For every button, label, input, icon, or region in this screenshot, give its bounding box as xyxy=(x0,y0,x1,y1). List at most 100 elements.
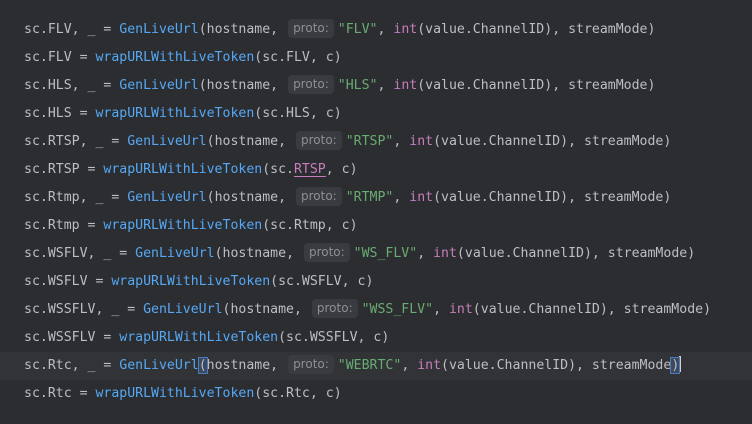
operator: = xyxy=(79,218,104,233)
variable: sc.Rtmp xyxy=(24,190,80,205)
argument: streamMode xyxy=(583,190,664,205)
argument: value.ChannelID xyxy=(464,246,584,261)
string-literal: "RTMP" xyxy=(345,190,394,205)
argument: c xyxy=(325,106,334,121)
argument: sc.WSFLV xyxy=(278,274,342,289)
argument: c xyxy=(373,330,382,345)
argument: hostname xyxy=(206,78,271,93)
variable: sc.HLS xyxy=(24,78,72,93)
argument: value.ChannelID xyxy=(441,190,561,205)
argument: streamMode xyxy=(623,302,704,317)
function-call: wrapURLWithLiveToken xyxy=(95,50,255,65)
operator: , _ = xyxy=(71,358,120,373)
operator: , _ = xyxy=(95,302,144,317)
operator: , _ = xyxy=(79,134,128,149)
code-line[interactable]: sc.Rtmp = wrapURLWithLiveToken(sc.Rtmp, … xyxy=(0,212,752,240)
argument: c xyxy=(357,274,366,289)
argument: hostname xyxy=(214,134,279,149)
operator: = xyxy=(87,274,112,289)
argument: sc.Rtmp xyxy=(270,218,326,233)
code-line[interactable]: sc.WSFLV, _ = GenLiveUrl(hostname, proto… xyxy=(0,240,752,268)
variable: sc.WSSFLV xyxy=(24,302,96,317)
function-call: wrapURLWithLiveToken xyxy=(103,218,263,233)
operator: , _ = xyxy=(71,78,120,93)
keyword: int xyxy=(417,358,442,373)
close-paren-match: ) xyxy=(670,357,681,374)
code-line[interactable]: sc.HLS = wrapURLWithLiveToken(sc.HLS, c) xyxy=(0,100,752,128)
code-line[interactable]: sc.FLV, _ = GenLiveUrl(hostname, proto: "… xyxy=(0,16,752,44)
operator: = xyxy=(95,330,120,345)
function-call: wrapURLWithLiveToken xyxy=(95,386,255,401)
argument: streamMode xyxy=(607,246,688,261)
keyword: int xyxy=(393,22,418,37)
argument: value.ChannelID xyxy=(480,302,600,317)
parameter-hint: proto: xyxy=(288,75,334,94)
field-reference[interactable]: RTSP xyxy=(294,162,326,177)
function-call: GenLiveUrl xyxy=(119,78,199,93)
code-line[interactable]: sc.RTSP, _ = GenLiveUrl(hostname, proto:… xyxy=(0,128,752,156)
keyword: int xyxy=(409,134,434,149)
code-line[interactable]: sc.Rtc = wrapURLWithLiveToken(sc.Rtc, c) xyxy=(0,380,752,408)
code-line[interactable]: sc.WSFLV = wrapURLWithLiveToken(sc.WSFLV… xyxy=(0,268,752,296)
variable: sc.HLS xyxy=(24,106,72,121)
argument: sc.WSSFLV xyxy=(286,330,358,345)
argument: streamMode xyxy=(568,22,648,37)
variable: sc.WSFLV xyxy=(24,246,88,261)
argument: value.ChannelID xyxy=(441,134,561,149)
argument: value.ChannelID xyxy=(448,358,569,373)
string-literal: "WSS_FLV" xyxy=(361,302,434,317)
argument: hostname xyxy=(222,246,287,261)
argument: c xyxy=(325,386,334,401)
argument: streamMode xyxy=(591,358,672,373)
keyword: int xyxy=(393,78,418,93)
operator: , _ = xyxy=(87,246,136,261)
string-literal: "RTSP" xyxy=(345,134,394,149)
code-editor[interactable]: sc.FLV, _ = GenLiveUrl(hostname, proto: "… xyxy=(0,0,752,424)
keyword: int xyxy=(448,302,473,317)
parameter-hint: proto: xyxy=(296,131,342,150)
variable: sc.FLV xyxy=(24,50,72,65)
string-literal: "HLS" xyxy=(337,78,378,93)
parameter-hint: proto: xyxy=(288,355,334,374)
operator: = xyxy=(71,50,96,65)
function-call: wrapURLWithLiveToken xyxy=(95,106,255,121)
parameter-hint: proto: xyxy=(311,299,358,318)
keyword: int xyxy=(433,246,457,261)
string-literal: "FLV" xyxy=(337,22,378,37)
argument: hostname xyxy=(206,22,271,37)
variable: sc.WSFLV xyxy=(24,274,88,289)
function-call: GenLiveUrl xyxy=(135,246,215,261)
operator: = xyxy=(71,106,96,121)
variable: sc.Rtmp xyxy=(24,218,80,233)
code-line-current[interactable]: sc.Rtc, _ = GenLiveUrl(hostname, proto: "… xyxy=(0,352,752,380)
operator: = xyxy=(79,162,104,177)
operator: , _ = xyxy=(71,22,120,37)
argument: streamMode xyxy=(583,134,664,149)
argument: hostname xyxy=(230,302,294,317)
variable: sc.Rtc xyxy=(24,386,72,401)
code-line[interactable]: sc.WSSFLV = wrapURLWithLiveToken(sc.WSSF… xyxy=(0,324,752,352)
function-call: wrapURLWithLiveToken xyxy=(111,274,271,289)
parameter-hint: proto: xyxy=(296,187,342,206)
code-line[interactable]: sc.WSSFLV, _ = GenLiveUrl(hostname, prot… xyxy=(0,296,752,324)
string-literal: "WS_FLV" xyxy=(353,246,418,261)
variable: sc.Rtc xyxy=(24,358,72,373)
argument: c xyxy=(341,162,350,177)
code-line[interactable]: sc.HLS, _ = GenLiveUrl(hostname, proto: "… xyxy=(0,72,752,100)
argument: sc.FLV xyxy=(262,50,310,65)
parameter-hint: proto: xyxy=(288,19,334,38)
variable: sc.RTSP xyxy=(24,134,80,149)
code-line[interactable]: sc.RTSP = wrapURLWithLiveToken(sc.RTSP, … xyxy=(0,156,752,184)
function-call: GenLiveUrl xyxy=(127,134,207,149)
open-paren-match: ( xyxy=(197,357,208,374)
function-call: wrapURLWithLiveToken xyxy=(119,330,279,345)
code-line[interactable]: sc.Rtmp, _ = GenLiveUrl(hostname, proto:… xyxy=(0,184,752,212)
argument: sc.HLS xyxy=(262,106,310,121)
code-line[interactable]: sc.FLV = wrapURLWithLiveToken(sc.FLV, c) xyxy=(0,44,752,72)
function-call: GenLiveUrl xyxy=(143,302,223,317)
argument: hostname xyxy=(214,190,279,205)
operator: = xyxy=(71,386,96,401)
function-call: GenLiveUrl xyxy=(119,22,199,37)
keyword: int xyxy=(409,190,434,205)
argument: c xyxy=(325,50,334,65)
